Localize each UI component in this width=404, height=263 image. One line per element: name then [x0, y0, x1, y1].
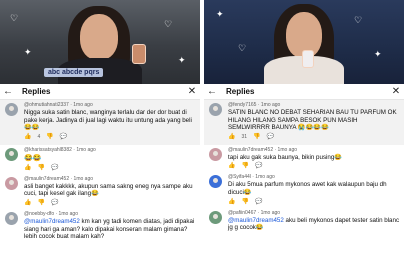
comment-actions: 👍 👎 💬 — [24, 199, 196, 207]
avatar[interactable] — [5, 147, 18, 161]
perfume-bottle — [132, 44, 146, 64]
avatar[interactable] — [5, 103, 18, 116]
sparkle-icon: ♡ — [10, 13, 19, 23]
comment-actions: 👍 4 👎 💬 — [24, 133, 196, 141]
comment-item: @maulin7dream452 · 1mo ago tapi aku gak … — [204, 145, 404, 173]
comment-meta: @maulin7dream452 · 1mo ago — [24, 175, 94, 182]
comment-text: SATIN BLANC NO DEBAT SEHARIAN BAU TU PAR… — [228, 109, 397, 132]
thumbs-up-icon[interactable]: 👍 — [24, 133, 31, 141]
reply-icon[interactable]: 💬 — [51, 199, 58, 207]
replies-header: ← Replies ✕ — [0, 84, 200, 100]
comment-text: @maulin7dream452 km kan yg tadi komen di… — [24, 218, 196, 241]
like-count: 31 — [241, 133, 248, 140]
comment-text: tapi aku gak suka baunya, bikin pusing😂 — [228, 153, 342, 161]
comment-actions: 👍 👎 💬 — [228, 162, 400, 170]
avatar[interactable] — [209, 147, 222, 161]
comment-meta: @noebby-dfo · 1mo ago — [24, 210, 78, 217]
thumbs-up-icon[interactable]: 👍 — [228, 133, 235, 141]
comment-actions: 👍 31 👎 💬 — [228, 133, 400, 141]
comment-meta: @kharissatsyahl8382 · 1mo ago — [24, 146, 96, 153]
perfume-bottle — [302, 50, 314, 68]
sparkle-icon: ♡ — [164, 19, 173, 29]
replies-title: Replies — [22, 87, 51, 96]
avatar[interactable] — [5, 176, 18, 190]
comment-item: @pafiin0467 · 1mo ago @maulin7dream452 a… — [204, 208, 404, 234]
sparkle-icon: ✦ — [374, 49, 382, 59]
replies-header: ← Replies ✕ — [204, 84, 404, 100]
sparkle-icon: ♡ — [238, 43, 247, 53]
mention-link[interactable]: @maulin7dream452 — [228, 217, 284, 224]
comment-text: asli banget kakkkk, akupun sama sakng en… — [24, 182, 193, 198]
mention-link[interactable]: @maulin7dream452 — [24, 218, 80, 225]
comment-actions: 👍 👎 💬 — [24, 164, 196, 172]
avatar[interactable] — [209, 175, 222, 189]
comment-meta: @maulin7dream452 · 1mo ago — [228, 146, 298, 153]
comment-item: @noebby-dfo · 1mo ago @maulin7dream452 k… — [0, 209, 200, 243]
reply-icon[interactable]: 💬 — [255, 162, 262, 170]
avatar[interactable] — [209, 103, 222, 116]
thumbs-up-icon[interactable]: 👍 — [24, 199, 31, 207]
thumbs-down-icon[interactable]: 👎 — [241, 198, 248, 206]
reply-icon[interactable]: 💬 — [60, 133, 67, 141]
close-icon[interactable]: ✕ — [184, 84, 200, 100]
like-count: 4 — [37, 133, 41, 140]
comment-meta: @fendy7165 · 1mo ago — [228, 102, 281, 108]
sparkle-icon: ✦ — [216, 9, 224, 19]
avatar[interactable] — [5, 211, 18, 225]
avatar[interactable] — [209, 210, 222, 224]
comment-actions: 👍 👎 💬 — [228, 198, 400, 206]
thumbs-up-icon[interactable]: 👍 — [228, 198, 235, 206]
comment-meta: @Syifa44l · 1mo ago — [228, 174, 275, 181]
person-face — [80, 14, 118, 60]
comment-item: @kharissatsyahl8382 · 1mo ago 😂😂 👍 👎 💬 — [0, 145, 200, 174]
left-screenshot-panel: ♡ ✦ ♡ ✦ abc abcde pqrs ← Replies ✕ @ohmu… — [0, 0, 200, 263]
comment-item: @fendy7165 · 1mo ago SATIN BLANC NO DEBA… — [204, 100, 404, 145]
comment-text: Nigga suka satin blanc, wanginya terlalu… — [24, 109, 192, 132]
comment-item: @ohmutiahnati2337 · 1mo ago Nigga suka s… — [0, 100, 200, 145]
comment-item: @maulin7dream452 · 1mo ago asli banget k… — [0, 174, 200, 209]
thumbs-down-icon[interactable]: 👎 — [241, 162, 248, 170]
sparkle-icon: ✦ — [178, 55, 186, 65]
right-screenshot-panel: ✦ ♡ ♡ ✦ ← Replies ✕ @fendy7165 · 1mo ago… — [204, 0, 404, 263]
thumbs-down-icon[interactable]: 👎 — [46, 133, 53, 141]
replies-title: Replies — [226, 87, 255, 96]
back-arrow-icon[interactable]: ← — [0, 84, 16, 100]
close-icon[interactable]: ✕ — [388, 84, 404, 100]
thumbs-up-icon[interactable]: 👍 — [228, 162, 235, 170]
reply-icon[interactable]: 💬 — [255, 198, 262, 206]
comment-meta: @pafiin0467 · 1mo ago — [228, 209, 281, 216]
thumbs-up-icon[interactable]: 👍 — [24, 164, 31, 172]
video-caption: abc abcde pqrs — [44, 68, 104, 77]
video-player[interactable]: ✦ ♡ ♡ ✦ — [204, 0, 404, 84]
comment-meta: @ohmutiahnati2337 · 1mo ago — [24, 102, 93, 108]
reply-icon[interactable]: 💬 — [267, 133, 274, 141]
replies-list[interactable]: @fendy7165 · 1mo ago SATIN BLANC NO DEBA… — [204, 100, 404, 263]
comment-item: @Syifa44l · 1mo ago Di aku 5mua parfum m… — [204, 172, 404, 207]
thumbs-down-icon[interactable]: 👎 — [37, 199, 44, 207]
comment-text: @maulin7dream452 aku beli mykonos dapet … — [228, 217, 400, 232]
thumbs-down-icon[interactable]: 👎 — [37, 164, 44, 172]
reply-icon[interactable]: 💬 — [51, 164, 58, 172]
back-arrow-icon[interactable]: ← — [204, 84, 220, 100]
thumbs-down-icon[interactable]: 👎 — [253, 133, 260, 141]
video-player[interactable]: ♡ ✦ ♡ ✦ abc abcde pqrs — [0, 0, 200, 84]
sparkle-icon: ♡ — [354, 15, 363, 25]
sparkle-icon: ✦ — [24, 47, 32, 57]
replies-list[interactable]: @ohmutiahnati2337 · 1mo ago Nigga suka s… — [0, 100, 200, 263]
comment-text: 😂😂 — [24, 154, 42, 162]
comment-text: Di aku 5mua parfum mykonos awet kak wala… — [228, 181, 387, 196]
